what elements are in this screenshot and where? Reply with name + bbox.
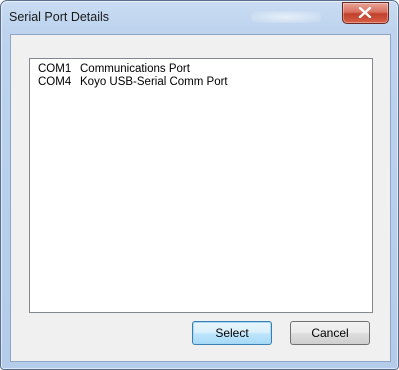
select-button[interactable]: Select xyxy=(192,321,272,345)
port-description: Communications Port xyxy=(80,63,190,75)
port-list[interactable]: COM1 Communications Port COM4 Koyo USB-Ser… xyxy=(29,58,373,313)
port-name: COM4 xyxy=(38,76,72,88)
list-item[interactable]: COM1 Communications Port xyxy=(38,63,190,76)
serial-port-dialog: Serial Port Details COM1 Communications P… xyxy=(0,0,399,370)
dialog-body: COM1 Communications Port COM4 Koyo USB-Ser… xyxy=(10,34,391,362)
close-icon xyxy=(358,7,372,18)
title-bar-highlight xyxy=(251,11,321,23)
list-item[interactable]: COM4 Koyo USB-Serial Comm Port xyxy=(38,76,228,89)
window-title: Serial Port Details xyxy=(9,10,110,24)
port-description: Koyo USB-Serial Comm Port xyxy=(80,76,228,88)
close-button[interactable] xyxy=(342,2,389,24)
title-bar[interactable]: Serial Port Details xyxy=(1,1,398,33)
port-name: COM1 xyxy=(38,63,72,75)
cancel-button[interactable]: Cancel xyxy=(290,321,370,345)
